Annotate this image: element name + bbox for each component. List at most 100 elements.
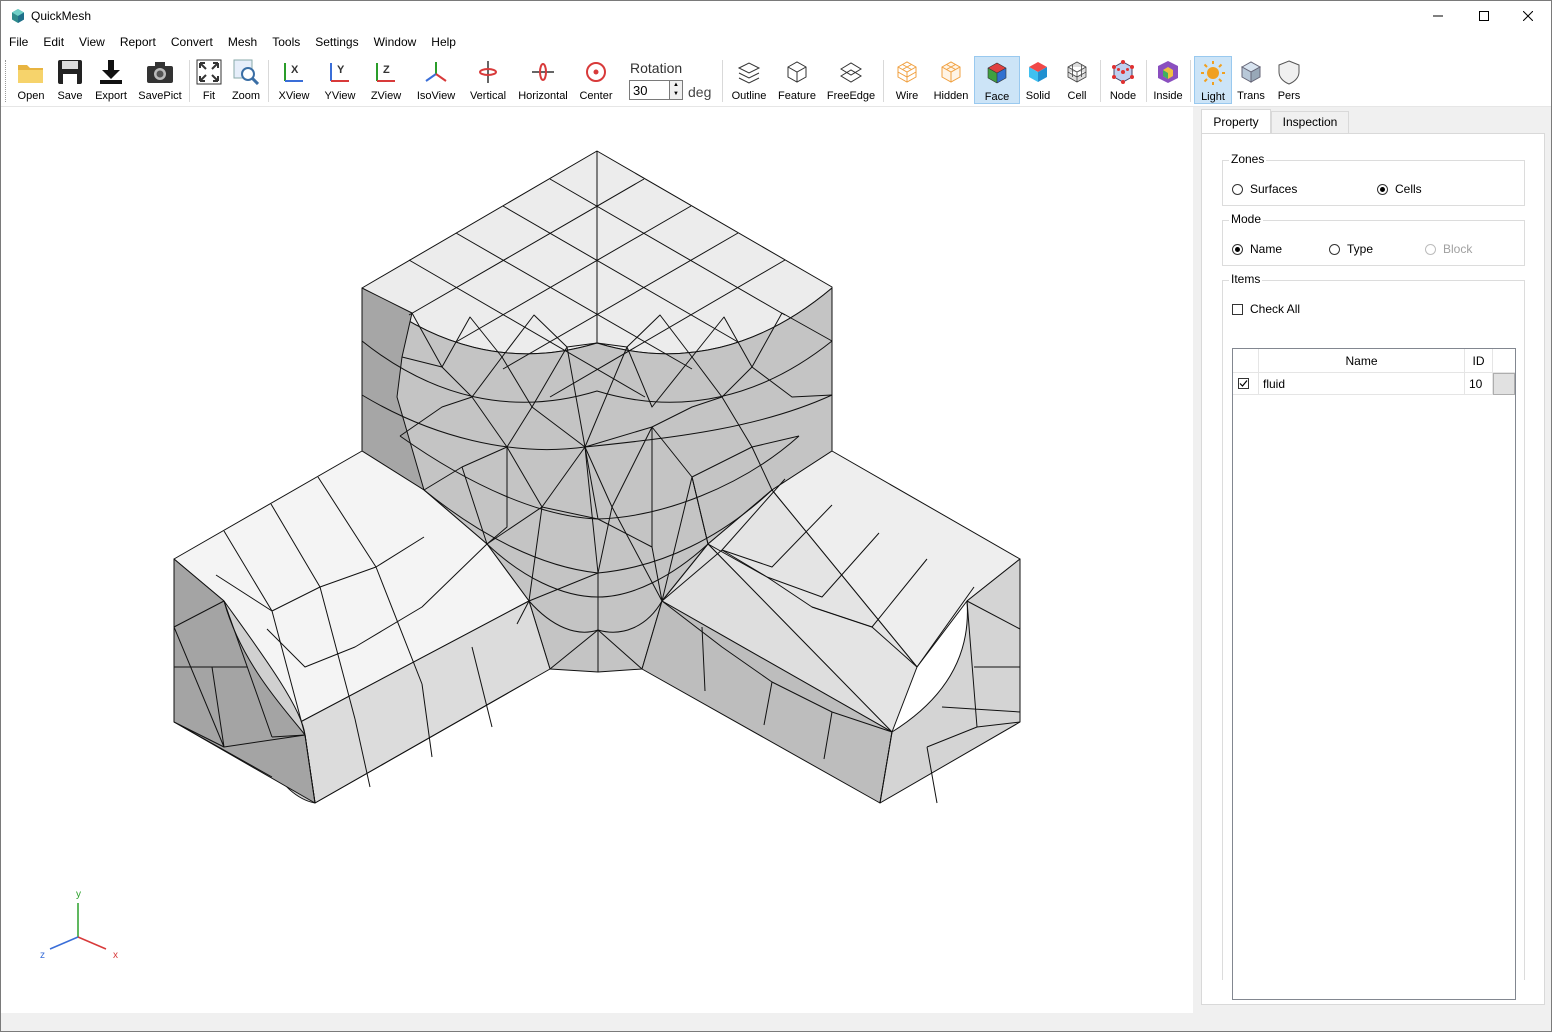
y-axis-label: y	[76, 889, 81, 900]
table-header-check	[1233, 349, 1259, 373]
mode-name-radio[interactable]: Name	[1232, 242, 1282, 256]
hidden-button[interactable]: Hidden	[931, 56, 971, 104]
savepict-button[interactable]: SavePict	[135, 56, 185, 104]
minimize-button[interactable]	[1415, 1, 1461, 31]
toolbar-separator	[883, 60, 884, 102]
menu-settings[interactable]: Settings	[307, 33, 365, 53]
mode-type-radio[interactable]: Type	[1329, 242, 1373, 256]
property-panel: Property Inspection Zones Surfaces Cells…	[1193, 107, 1551, 1013]
mesh-view-svg: y x z	[40, 150, 1021, 961]
iso-view-icon	[425, 62, 447, 82]
xview-button[interactable]: X XView	[275, 56, 313, 104]
freeedge-button[interactable]: FreeEdge	[825, 56, 877, 104]
menu-view[interactable]: View	[71, 33, 112, 53]
toolbar-grip[interactable]	[5, 60, 8, 102]
trans-button[interactable]: Trans	[1234, 56, 1268, 104]
menu-convert[interactable]: Convert	[163, 33, 220, 53]
menu-help[interactable]: Help	[423, 33, 463, 53]
horizontal-rotate-button[interactable]: Horizontal	[517, 56, 569, 104]
camera-icon	[147, 62, 173, 83]
property-tab-page: Zones Surfaces Cells Mode Name Type Bloc…	[1201, 133, 1545, 1005]
inside-button[interactable]: Inside	[1150, 56, 1186, 104]
toolbar-separator	[1190, 60, 1191, 102]
mode-group-title: Mode	[1229, 212, 1264, 226]
menu-file[interactable]: File	[1, 33, 35, 53]
wire-button[interactable]: Wire	[889, 56, 925, 104]
center-button[interactable]: Center	[577, 56, 615, 104]
x-axis-label: x	[113, 950, 118, 961]
maximize-icon	[1479, 11, 1489, 21]
folder-icon	[18, 65, 43, 83]
maximize-button[interactable]	[1461, 1, 1507, 31]
solid-button[interactable]: Solid	[1021, 56, 1055, 104]
table-row-name[interactable]: fluid	[1259, 373, 1465, 395]
menu-window[interactable]: Window	[366, 33, 424, 53]
zview-button[interactable]: Z ZView	[367, 56, 405, 104]
table-row-check-cell[interactable]	[1233, 373, 1259, 395]
yview-button[interactable]: Y YView	[321, 56, 359, 104]
save-button[interactable]: Save	[53, 56, 87, 104]
table-header-id[interactable]: ID	[1465, 349, 1493, 373]
cell-button[interactable]: Cell	[1060, 56, 1094, 104]
checkmark-icon	[1239, 380, 1248, 387]
zones-group-title: Zones	[1229, 152, 1267, 166]
zones-surfaces-radio[interactable]: Surfaces	[1232, 182, 1297, 196]
table-header-name[interactable]: Name	[1259, 349, 1465, 373]
face-button[interactable]: Face	[974, 56, 1020, 104]
tab-property[interactable]: Property	[1201, 109, 1271, 133]
light-button[interactable]: Light	[1194, 56, 1232, 104]
checked-checkbox-icon[interactable]	[1238, 378, 1249, 389]
checkbox-icon	[1232, 303, 1243, 315]
menu-report[interactable]: Report	[112, 33, 163, 53]
rotation-input[interactable]	[629, 80, 671, 100]
spin-up-icon[interactable]: ▲	[670, 81, 682, 90]
spin-down-icon[interactable]: ▼	[670, 90, 682, 99]
outline-button[interactable]: Outline	[728, 56, 770, 104]
node-button[interactable]: Node	[1105, 56, 1141, 104]
svg-text:X: X	[291, 64, 299, 76]
menu-tools[interactable]: Tools	[264, 33, 307, 53]
z-axis-label: z	[40, 950, 45, 961]
fit-button[interactable]: Fit	[193, 56, 225, 104]
menu-edit[interactable]: Edit	[35, 33, 71, 53]
row-color-button[interactable]	[1493, 373, 1515, 395]
save-icon	[58, 60, 82, 84]
z-axis-view-icon: Z	[376, 63, 395, 82]
isoview-button[interactable]: IsoView	[413, 56, 459, 104]
tab-inspection[interactable]: Inspection	[1271, 111, 1349, 133]
vertical-rotate-button[interactable]: Vertical	[467, 56, 509, 104]
rotation-spinner[interactable]: ▲ ▼	[669, 80, 683, 100]
status-bar	[1, 1013, 1551, 1031]
menu-mesh[interactable]: Mesh	[220, 33, 264, 53]
svg-text:Z: Z	[383, 64, 390, 76]
rotation-unit: deg	[688, 84, 712, 100]
mesh-model	[173, 150, 1021, 804]
export-button[interactable]: Export	[91, 56, 131, 104]
zoom-button[interactable]: Zoom	[229, 56, 263, 104]
check-all-checkbox[interactable]: Check All	[1232, 302, 1300, 316]
minimize-icon	[1433, 15, 1443, 17]
x-axis-view-icon: X	[284, 63, 303, 82]
horizontal-rotate-icon	[532, 63, 554, 81]
pers-button[interactable]: Pers	[1272, 56, 1306, 104]
zones-cells-radio[interactable]: Cells	[1377, 182, 1422, 196]
table-header-spacer	[1493, 349, 1515, 373]
zones-group: Zones Surfaces Cells	[1222, 152, 1525, 206]
wire-cube-icon	[787, 61, 807, 83]
toolbar-separator	[189, 60, 190, 102]
close-button[interactable]	[1505, 1, 1551, 31]
table-row-id[interactable]: 10	[1465, 373, 1493, 395]
toolbar-separator	[1100, 60, 1101, 102]
toolbar-separator	[1146, 60, 1147, 102]
feature-button[interactable]: Feature	[775, 56, 819, 104]
cell-mesh-icon	[1067, 61, 1087, 83]
fit-icon	[196, 59, 222, 85]
mesh-viewport[interactable]: y x z	[2, 107, 1192, 1013]
light-bulb-icon	[1201, 61, 1225, 85]
title-bar: QuickMesh	[1, 1, 1551, 31]
toolbar-separator	[268, 60, 269, 102]
zoom-icon	[233, 59, 259, 85]
radio-icon	[1425, 243, 1436, 255]
menu-bar: File Edit View Report Convert Mesh Tools…	[1, 33, 1551, 53]
open-button[interactable]: Open	[13, 56, 49, 104]
